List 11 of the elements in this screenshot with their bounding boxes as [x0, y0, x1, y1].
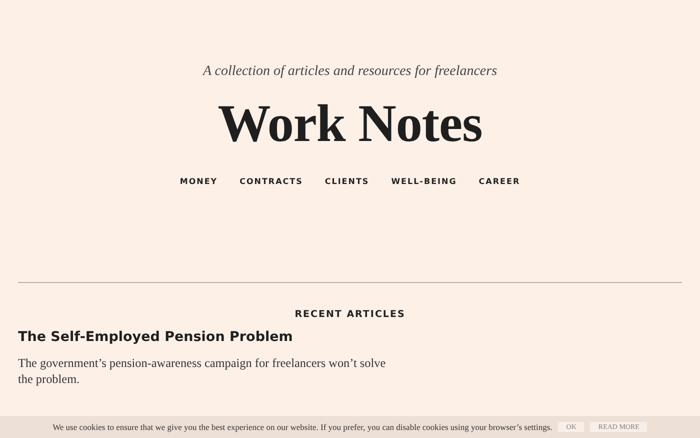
cookie-message: We use cookies to ensure that we give you the best experience on our website. If you prefer, you can disable cookies using your browser’s settings. [52, 422, 552, 432]
article-excerpt: The government’s pension-awareness campaign for freelancers won’t solve the problem. [18, 355, 387, 387]
site-title[interactable]: Work Notes [218, 98, 482, 151]
tagline: A collection of articles and resources for freelancers [202, 64, 498, 80]
nav-link[interactable]: WELL-BEING [391, 177, 457, 186]
nav-link[interactable]: CONTRACTS [240, 177, 303, 186]
section-heading: RECENT ARTICLES [294, 309, 406, 320]
nav-link[interactable]: CAREER [478, 177, 520, 186]
nav-link[interactable]: CLIENTS [324, 177, 370, 186]
nav-link[interactable]: MONEY [180, 177, 218, 186]
article-title[interactable]: The Self-Employed Pension Problem [18, 329, 682, 345]
